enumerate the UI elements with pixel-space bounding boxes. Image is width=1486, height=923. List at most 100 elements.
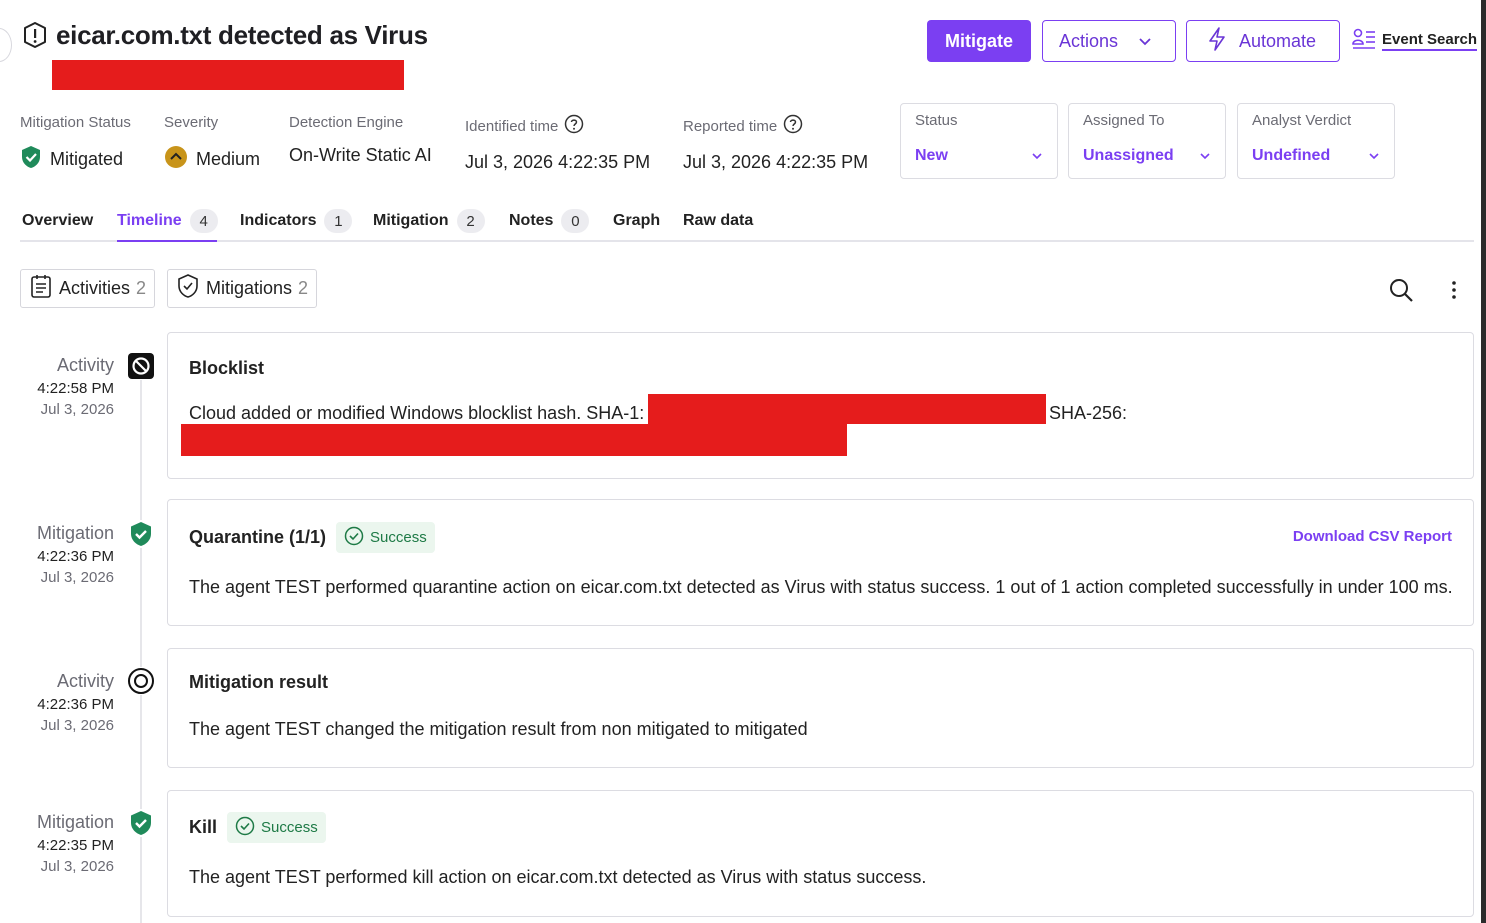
- chevron-down-icon: [1031, 147, 1043, 165]
- card-body: The agent TEST changed the mitigation re…: [189, 719, 808, 739]
- chevron-down-icon: [1138, 31, 1152, 52]
- entry-time: 4:22:36 PM: [37, 696, 114, 713]
- tab-raw-data[interactable]: Raw data: [683, 206, 753, 242]
- detection-engine-field: Detection Engine On-Write Static AI: [289, 114, 432, 166]
- card-title: Quarantine (1/1): [189, 527, 327, 547]
- entry-time: 4:22:58 PM: [37, 380, 114, 397]
- timeline-card-mitigation-result: Mitigation result The agent TEST changed…: [167, 648, 1474, 768]
- shield-check-icon: [20, 145, 42, 174]
- mitigations-filter[interactable]: Mitigations 2: [167, 269, 318, 308]
- tab-label: Raw data: [683, 212, 754, 229]
- tab-timeline[interactable]: Timeline 4: [117, 206, 218, 242]
- status-badge-label: Success: [370, 529, 427, 546]
- timeline-entry-meta: Activity 4:22:58 PM Jul 3, 2026: [0, 355, 114, 418]
- tab-label: Graph: [613, 212, 661, 229]
- reported-time-label: Reported time: [683, 117, 778, 135]
- mitigation-status-label: Mitigation Status: [20, 114, 131, 131]
- timeline-card-quarantine: Quarantine (1/1) Success Download CSV Re…: [167, 499, 1474, 626]
- mitigate-label: Mitigate: [944, 30, 1013, 51]
- event-search-link[interactable]: Event Search: [1352, 28, 1478, 54]
- calendar-list-icon: [29, 273, 53, 304]
- redacted-subtitle: [52, 60, 404, 90]
- tab-notes[interactable]: Notes 0: [509, 206, 590, 242]
- analyst-verdict-dropdown[interactable]: Analyst Verdict Undefined: [1237, 103, 1395, 179]
- event-search-label: Event Search: [1382, 31, 1478, 51]
- detection-engine-value: On-Write Static AI: [289, 145, 432, 165]
- entry-kind: Mitigation: [36, 812, 114, 832]
- chevron-down-icon: [1368, 147, 1380, 165]
- reported-time-field: Reported time Jul 3, 2026 4:22:35 PM: [683, 114, 868, 173]
- entry-date: Jul 3, 2026: [40, 569, 114, 586]
- lightning-icon: [1207, 26, 1227, 56]
- reported-time-value: Jul 3, 2026 4:22:35 PM: [683, 152, 869, 172]
- status-dropdown-label: Status: [915, 112, 958, 129]
- shield-check-icon: [127, 809, 155, 837]
- identified-time-label: Identified time: [465, 117, 559, 135]
- status-badge-label: Success: [261, 819, 318, 836]
- card-body-sha256-label: SHA-256:: [1049, 403, 1128, 423]
- entry-date: Jul 3, 2026: [40, 401, 114, 418]
- window-edge: [1481, 0, 1486, 923]
- card-body-prefix: Cloud added or modified Windows blocklis…: [189, 403, 645, 423]
- chevron-down-icon: [1199, 147, 1211, 165]
- tab-mitigation[interactable]: Mitigation 2: [373, 206, 485, 242]
- mitigate-button[interactable]: Mitigate: [927, 20, 1031, 62]
- side-panel-toggle[interactable]: [0, 28, 12, 62]
- redacted-sha1: [648, 394, 1046, 424]
- card-body: The agent TEST performed kill action on …: [189, 867, 927, 887]
- tab-bar: Overview Timeline 4 Indicators 1 Mitigatio…: [20, 206, 1474, 242]
- mitigation-status-field: Mitigation Status Mitigated: [20, 114, 131, 174]
- entry-time: 4:22:35 PM: [37, 837, 114, 854]
- tab-count-badge: 1: [324, 209, 353, 233]
- mitigations-filter-label: Mitigations: [206, 278, 293, 298]
- activities-filter-count: 2: [136, 278, 147, 298]
- activities-filter[interactable]: Activities 2: [20, 269, 156, 308]
- detection-engine-label: Detection Engine: [289, 114, 404, 131]
- analyst-verdict-value: Undefined: [1252, 147, 1331, 164]
- shield-check-icon: [176, 273, 200, 304]
- mitigations-filter-count: 2: [298, 278, 309, 298]
- identified-time-field: Identified time Jul 3, 2026 4:22:35 PM: [465, 114, 650, 173]
- shield-check-icon: [127, 520, 155, 548]
- more-options-icon[interactable]: [1444, 278, 1464, 307]
- analyst-verdict-label: Analyst Verdict: [1252, 112, 1352, 129]
- entry-date: Jul 3, 2026: [40, 858, 114, 875]
- tab-label: Timeline: [117, 212, 182, 229]
- redacted-sha256: [181, 424, 847, 456]
- check-circle-icon: [235, 816, 255, 840]
- status-badge: Success: [336, 522, 435, 553]
- check-circle-icon: [344, 526, 364, 550]
- status-dropdown-value: New: [915, 147, 948, 164]
- help-icon[interactable]: [783, 114, 803, 138]
- entry-kind: Activity: [56, 671, 114, 691]
- identified-time-value: Jul 3, 2026 4:22:35 PM: [465, 152, 651, 172]
- download-csv-link[interactable]: Download CSV Report: [1293, 528, 1452, 545]
- actions-button[interactable]: Actions: [1042, 20, 1176, 62]
- tab-overview[interactable]: Overview: [22, 206, 93, 242]
- user-list-icon: [1352, 28, 1376, 54]
- help-icon[interactable]: [564, 114, 584, 138]
- page-title: eicar.com.txt detected as Virus: [56, 20, 428, 50]
- timeline-entry-meta: Mitigation 4:22:36 PM Jul 3, 2026: [0, 523, 114, 586]
- status-badge: Success: [227, 812, 326, 843]
- assigned-to-dropdown[interactable]: Assigned To Unassigned: [1068, 103, 1226, 179]
- tab-label: Overview: [22, 212, 94, 229]
- entry-date: Jul 3, 2026: [40, 717, 114, 734]
- automate-button[interactable]: Automate: [1186, 20, 1340, 62]
- severity-field: Severity Medium: [164, 114, 260, 174]
- entry-time: 4:22:36 PM: [37, 548, 114, 565]
- tab-indicators[interactable]: Indicators 1: [240, 206, 353, 242]
- tab-label: Indicators: [240, 212, 317, 229]
- mitigation-status-value: Mitigated: [50, 149, 124, 169]
- target-circle-icon: [127, 667, 155, 695]
- timeline-card-kill: Kill Success The agent TEST performed ki…: [167, 790, 1474, 917]
- timeline-entry-meta: Mitigation 4:22:35 PM Jul 3, 2026: [0, 812, 114, 875]
- status-dropdown[interactable]: Status New: [900, 103, 1058, 179]
- search-icon[interactable]: [1388, 277, 1414, 308]
- card-title: Blocklist: [189, 358, 265, 378]
- blocklist-icon: [127, 352, 155, 380]
- automate-label: Automate: [1239, 30, 1317, 51]
- tab-graph[interactable]: Graph: [613, 206, 660, 242]
- timeline-line: [140, 380, 142, 923]
- tab-label: Notes: [509, 212, 554, 229]
